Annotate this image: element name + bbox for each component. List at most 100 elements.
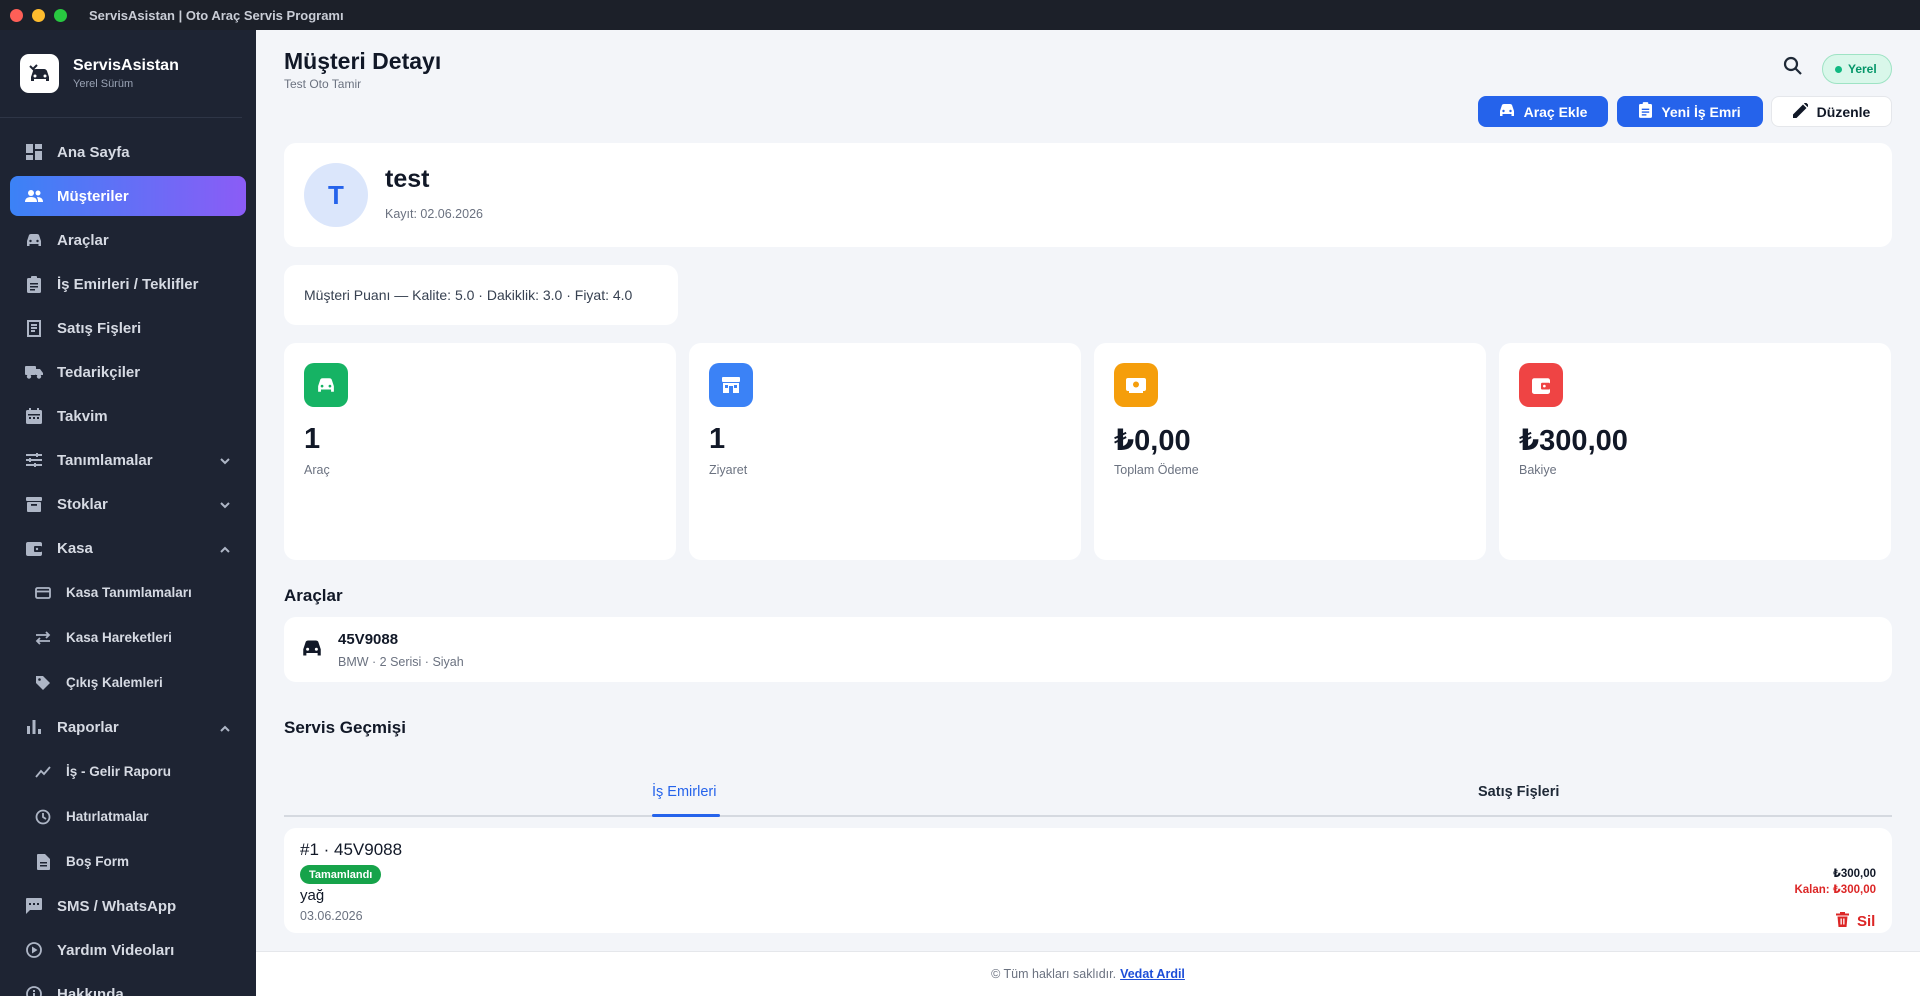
sidebar-item-bos-form[interactable]: Boş Form	[10, 841, 246, 882]
footer-text: © Tüm hakları saklıdır.	[991, 967, 1117, 981]
sidebar-item-is-emirleri[interactable]: İş Emirleri / Teklifler	[10, 264, 246, 304]
sidebar-item-tedarikciler[interactable]: Tedarikçiler	[10, 352, 246, 392]
author-link[interactable]: Vedat Ardil	[1120, 967, 1185, 981]
sidebar-item-musteriler[interactable]: Müşteriler	[10, 176, 246, 216]
vehicle-list-item[interactable]: 45V9088 BMW · 2 Serisi · Siyah	[284, 617, 1892, 682]
work-order-list-item[interactable]: #1 · 45V9088 Tamamlandı yağ 03.06.2026 ₺…	[284, 828, 1892, 933]
sidebar-item-label: İş - Gelir Raporu	[66, 764, 172, 779]
chevron-down-icon	[220, 496, 230, 513]
maximize-window-button[interactable]	[54, 8, 67, 22]
mode-badge-label: Yerel	[1848, 62, 1877, 76]
edit-button[interactable]: Düzenle	[1771, 96, 1892, 127]
vehicle-plate: 45V9088	[338, 631, 399, 648]
minimize-window-button[interactable]	[32, 8, 45, 22]
file-icon	[34, 853, 52, 871]
stat-value: ₺300,00	[1519, 425, 1628, 457]
work-order-title: #1 · 45V9088	[300, 840, 403, 859]
page-title: Müşteri Detayı	[284, 48, 442, 74]
edit-label: Düzenle	[1816, 103, 1871, 120]
brand: ServisAsistan Yerel Sürüm	[0, 30, 242, 118]
sidebar-item-label: Takvim	[57, 407, 108, 425]
vehicles-section-title: Araçlar	[284, 586, 343, 605]
customer-name: test	[385, 165, 430, 193]
swap-icon	[34, 629, 52, 647]
page-subtitle: Test Oto Tamir	[284, 77, 362, 91]
car-icon	[302, 639, 322, 662]
stat-card-total-payment: ₺0,00 Toplam Ödeme	[1094, 343, 1486, 560]
sidebar-item-kasa[interactable]: Kasa	[10, 528, 246, 568]
sidebar-item-label: İş Emirleri / Teklifler	[57, 275, 199, 293]
tab-satis-fisleri[interactable]: Satış Fişleri	[1478, 784, 1559, 800]
sidebar-item-cikis-kalemleri[interactable]: Çıkış Kalemleri	[10, 662, 246, 703]
bar-chart-icon	[24, 717, 44, 737]
sidebar-item-label: Çıkış Kalemleri	[66, 675, 163, 690]
window-controls	[10, 8, 67, 22]
sidebar-item-hakkinda[interactable]: Hakkında	[10, 974, 246, 996]
vehicle-description: BMW · 2 Serisi · Siyah	[338, 655, 464, 669]
sidebar-item-yardim-videolari[interactable]: Yardım Videoları	[10, 930, 246, 970]
sidebar-item-label: Satış Fişleri	[57, 319, 142, 337]
car-icon	[24, 230, 44, 250]
brand-subtitle: Yerel Sürüm	[73, 78, 134, 90]
sidebar-item-satis-fisleri[interactable]: Satış Fişleri	[10, 308, 246, 348]
customer-rating-text: Müşteri Puanı — Kalite: 5.0 · Dakiklik: …	[304, 287, 633, 303]
sidebar-nav: Ana Sayfa Müşteriler Araçlar İş Emirleri…	[0, 118, 256, 996]
sidebar-item-label: Kasa Tanımlamaları	[66, 585, 192, 600]
work-order-amount: ₺300,00	[1832, 868, 1876, 880]
stat-label: Ziyaret	[709, 463, 748, 477]
delete-button[interactable]: Sil	[1836, 912, 1875, 931]
sidebar-item-label: Araçlar	[57, 231, 109, 249]
sidebar-item-raporlar[interactable]: Raporlar	[10, 707, 246, 747]
sidebar-item-label: Müşteriler	[57, 187, 129, 205]
wallet-icon	[1519, 363, 1563, 407]
sidebar-item-sms-whatsapp[interactable]: SMS / WhatsApp	[10, 886, 246, 926]
store-icon	[709, 363, 753, 407]
tune-icon	[24, 450, 44, 470]
tag-icon	[34, 674, 52, 692]
sidebar-item-label: Tanımlamalar	[57, 451, 153, 469]
tab-is-emirleri[interactable]: İş Emirleri	[652, 784, 716, 800]
status-badge: Tamamlandı	[300, 865, 382, 884]
dashboard-icon	[24, 142, 44, 162]
sidebar-item-araclar[interactable]: Araçlar	[10, 220, 246, 260]
search-icon[interactable]	[1783, 56, 1803, 81]
new-work-order-button[interactable]: Yeni İş Emri	[1617, 96, 1763, 127]
work-order-description: yağ	[300, 887, 325, 904]
chat-icon	[24, 896, 44, 916]
archive-icon	[24, 494, 44, 514]
trash-icon	[1836, 912, 1849, 931]
add-vehicle-button[interactable]: Araç Ekle	[1478, 96, 1608, 127]
avatar: T	[304, 163, 368, 227]
stat-value: 1	[304, 423, 321, 455]
clock-icon	[34, 808, 52, 826]
new-work-order-label: Yeni İş Emri	[1661, 103, 1741, 120]
customer-rating-card: Müşteri Puanı — Kalite: 5.0 · Dakiklik: …	[284, 265, 678, 325]
window-titlebar: ServisAsistan | Oto Araç Servis Programı	[0, 0, 1920, 30]
sidebar-item-stoklar[interactable]: Stoklar	[10, 484, 246, 524]
sidebar-item-hatirlatmalar[interactable]: Hatırlatmalar	[10, 796, 246, 837]
close-window-button[interactable]	[10, 8, 23, 22]
sidebar-item-is-gelir-raporu[interactable]: İş - Gelir Raporu	[10, 751, 246, 792]
stat-card-balance: ₺300,00 Bakiye	[1499, 343, 1891, 560]
mode-badge: Yerel	[1822, 54, 1892, 84]
sidebar-item-label: SMS / WhatsApp	[57, 897, 177, 915]
add-vehicle-label: Araç Ekle	[1523, 103, 1588, 120]
sidebar-item-kasa-tanimlamalari[interactable]: Kasa Tanımlamaları	[10, 572, 246, 613]
customer-registered-date: Kayıt: 02.06.2026	[385, 207, 483, 221]
stat-label: Araç	[304, 463, 330, 477]
sidebar-item-kasa-hareketleri[interactable]: Kasa Hareketleri	[10, 617, 246, 658]
stat-card-visits: 1 Ziyaret	[689, 343, 1081, 560]
car-icon	[304, 363, 348, 407]
sidebar-item-takvim[interactable]: Takvim	[10, 396, 246, 436]
clipboard-icon	[24, 274, 44, 294]
play-circle-icon	[24, 940, 44, 960]
pencil-icon	[1792, 101, 1809, 121]
chevron-down-icon	[220, 452, 230, 469]
sidebar-item-tanimlamalar[interactable]: Tanımlamalar	[10, 440, 246, 480]
receipt-icon	[24, 318, 44, 338]
card-icon	[34, 584, 52, 602]
sidebar-item-ana-sayfa[interactable]: Ana Sayfa	[10, 132, 246, 172]
wallet-icon	[24, 538, 44, 558]
work-order-date: 03.06.2026	[300, 909, 363, 923]
service-history-tabs: İş Emirleri Satış Fişleri	[284, 772, 1892, 817]
